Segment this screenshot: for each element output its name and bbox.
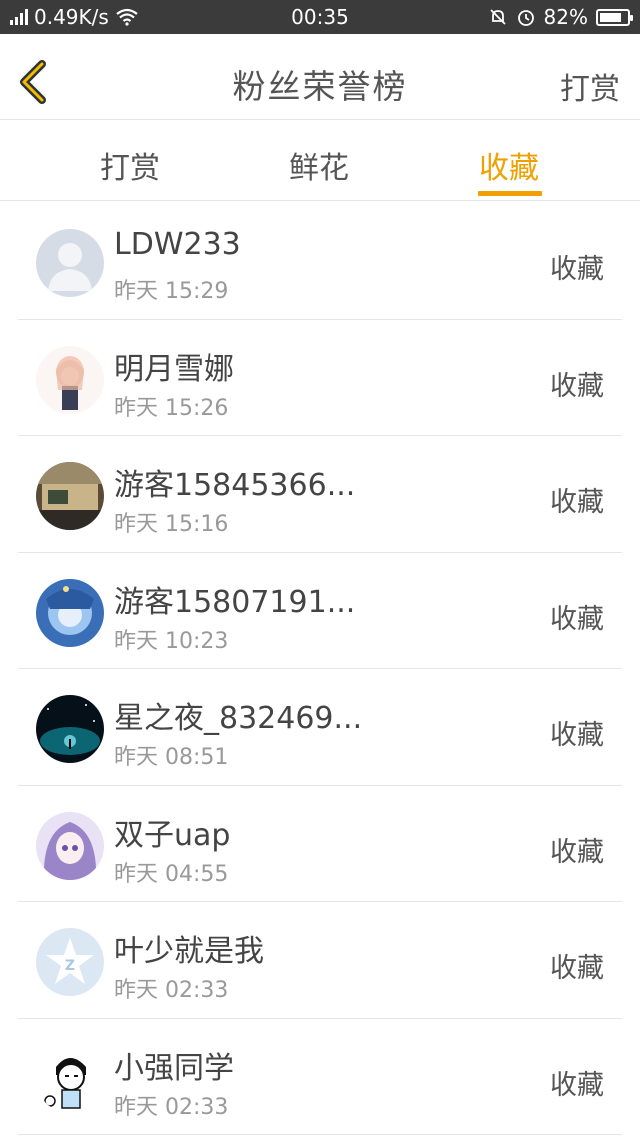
purple-anime-avatar[interactable] — [36, 811, 104, 880]
list-item[interactable]: 游客15845366... 昨天 15:16 收藏 — [18, 436, 622, 553]
list-item[interactable]: 明月雪娜 昨天 15:26 收藏 — [18, 320, 622, 436]
list-item[interactable]: LDW233 昨天 15:29 收藏 — [18, 203, 622, 320]
fan-action: 收藏 — [550, 603, 604, 635]
fan-action: 收藏 — [550, 1069, 604, 1101]
tab-bar: 打赏 鲜花 收藏 — [0, 121, 640, 201]
fan-name: 星之夜_832469... — [114, 701, 363, 736]
alarm-icon — [517, 10, 534, 26]
fan-action: 收藏 — [550, 720, 604, 751]
list-item[interactable]: 游客15807191... 昨天 10:23 收藏 — [18, 553, 622, 669]
fan-name: LDW233 — [114, 227, 241, 262]
fan-time: 昨天 10:23 — [114, 628, 229, 654]
fan-list: LDW233 昨天 15:29 收藏 明月雪娜 昨天 15:26 收藏 游客15… — [0, 203, 640, 1135]
list-item[interactable]: 星之夜_832469... 昨天 08:51 收藏 — [18, 669, 622, 786]
fan-name: 明月雪娜 — [114, 351, 234, 387]
tab-favorites[interactable]: 收藏 — [479, 143, 539, 187]
reward-button[interactable]: 打赏 — [560, 64, 620, 108]
svg-text:Z: Z — [65, 958, 75, 974]
fan-time: 昨天 08:51 — [114, 745, 229, 770]
blue-anime-avatar[interactable] — [36, 578, 104, 647]
qzone-star-avatar[interactable]: Z — [36, 928, 104, 996]
fan-time: 昨天 02:33 — [114, 978, 229, 1003]
fan-name: 游客15845366... — [114, 468, 356, 503]
list-item[interactable]: 双子uap 昨天 04:55 收藏 — [18, 786, 622, 902]
battery-icon — [596, 8, 633, 26]
fan-time: 昨天 15:16 — [114, 512, 229, 537]
list-item[interactable]: Z 叶少就是我 昨天 02:33 收藏 — [18, 902, 622, 1019]
fan-action: 收藏 — [550, 953, 604, 984]
fan-name: 双子uap — [114, 817, 231, 853]
tab-flowers[interactable]: 鲜花 — [289, 143, 349, 187]
battery-percent: 82% — [543, 5, 588, 29]
tab-reward[interactable]: 打赏 — [100, 143, 160, 187]
active-tab-indicator — [478, 191, 542, 196]
fan-time: 昨天 15:26 — [114, 395, 229, 421]
cartoon-boy-avatar[interactable] — [36, 1044, 104, 1113]
battery-fill — [600, 12, 622, 22]
mute-bell-icon — [489, 9, 506, 25]
fan-name: 小强同学 — [114, 1050, 234, 1086]
page-title: 粉丝荣誉榜 — [232, 67, 408, 106]
fan-name: 叶少就是我 — [114, 934, 264, 969]
header: 粉丝荣誉榜 打赏 — [0, 34, 640, 120]
default-avatar-icon[interactable] — [36, 229, 104, 297]
fan-time: 昨天 02:33 — [114, 1094, 229, 1120]
fan-name: 游客15807191... — [114, 584, 356, 620]
status-bar: 0.49K/s 00:35 82% — [0, 0, 640, 34]
status-right: 82% — [488, 5, 633, 29]
fan-time: 昨天 04:55 — [114, 861, 229, 887]
fan-action: 收藏 — [550, 370, 604, 402]
anime-girl-avatar[interactable] — [36, 345, 104, 414]
fan-time: 昨天 15:29 — [114, 279, 229, 304]
list-item[interactable]: 小强同学 昨天 02:33 收藏 — [18, 1019, 622, 1135]
fan-action: 收藏 — [550, 487, 604, 518]
photo-avatar[interactable] — [36, 462, 104, 530]
night-sky-avatar[interactable] — [36, 695, 104, 763]
fan-action: 收藏 — [550, 836, 604, 868]
fan-action: 收藏 — [550, 254, 604, 285]
